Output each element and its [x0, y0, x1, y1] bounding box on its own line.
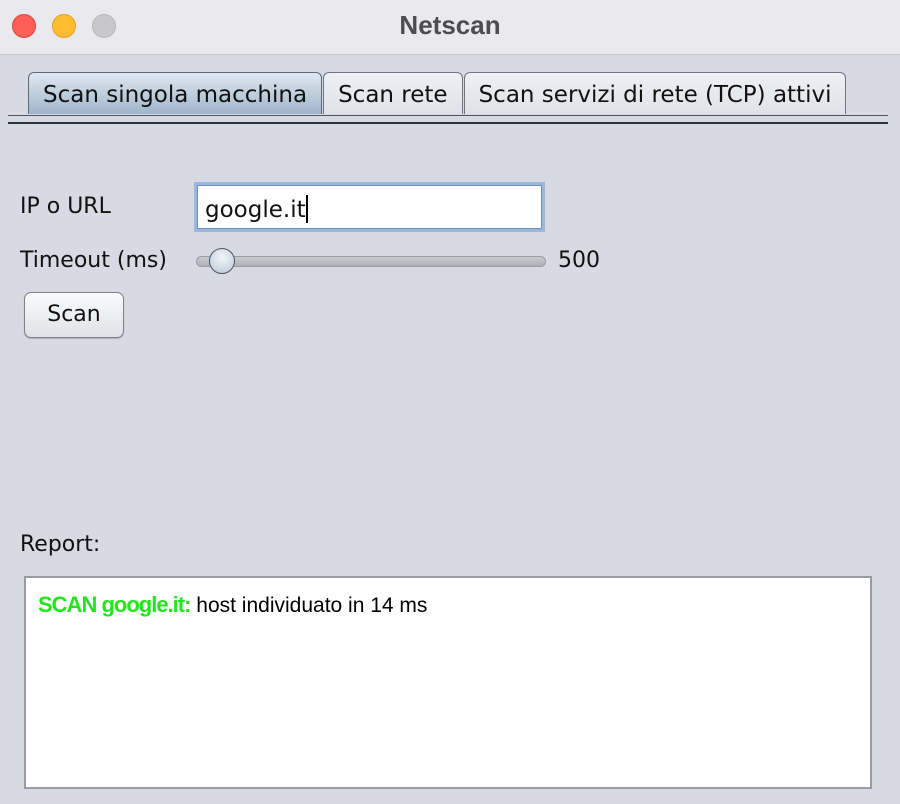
- ip-url-label: IP o URL: [20, 194, 111, 219]
- report-output[interactable]: SCAN google.it: host individuato in 14 m…: [24, 576, 872, 789]
- text-caret: [305, 195, 308, 223]
- scan-button[interactable]: Scan: [24, 292, 124, 338]
- timeout-slider-thumb[interactable]: [209, 248, 235, 274]
- tab-tcp-services-scan[interactable]: Scan servizi di rete (TCP) attivi: [463, 72, 847, 114]
- tab-network-scan[interactable]: Scan rete: [323, 72, 463, 114]
- tab-divider: [8, 115, 888, 116]
- tab-divider-bottom: [8, 122, 888, 124]
- tab-single-machine-scan[interactable]: Scan singola macchina: [28, 72, 323, 114]
- report-label: Report:: [20, 532, 101, 557]
- report-line: SCAN google.it: host individuato in 14 m…: [38, 592, 858, 618]
- timeout-value: 500: [558, 248, 600, 273]
- title-bar: Netscan: [0, 0, 900, 55]
- ip-url-input[interactable]: google.it: [194, 182, 545, 232]
- tab-bar: Scan singola macchina Scan rete Scan ser…: [28, 72, 847, 116]
- report-scan-prefix: SCAN google.it:: [38, 592, 191, 617]
- app-window: Netscan Scan singola macchina Scan rete …: [0, 0, 900, 804]
- window-title: Netscan: [399, 10, 501, 40]
- report-message: host individuato in 14 ms: [190, 594, 428, 617]
- timeout-label: Timeout (ms): [20, 248, 167, 273]
- ip-url-input-value: google.it: [205, 197, 306, 223]
- timeout-slider-track[interactable]: [196, 256, 546, 267]
